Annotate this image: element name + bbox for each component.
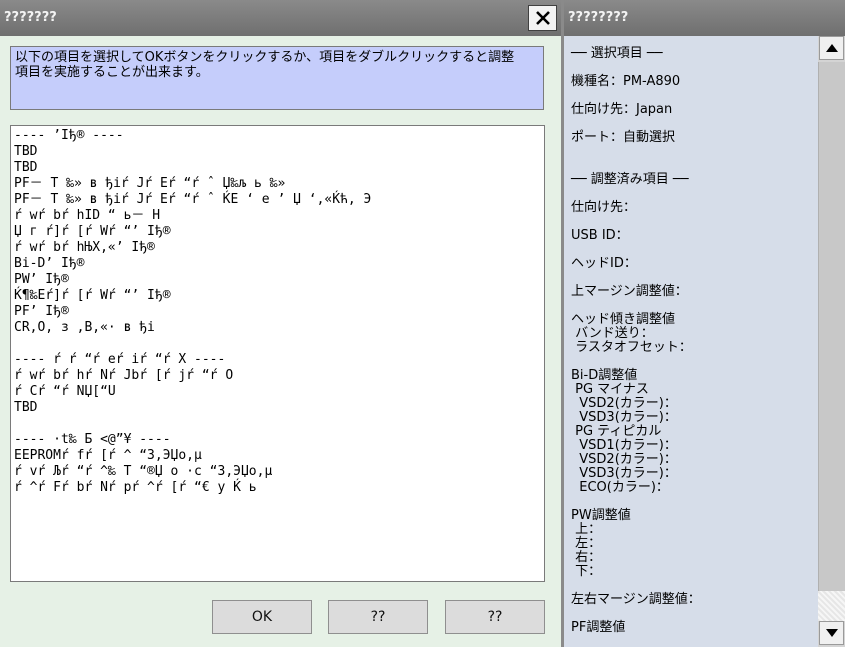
status-line: ヘッドID：	[571, 256, 637, 271]
ok-button[interactable]: OK	[212, 600, 312, 634]
scroll-track[interactable]	[818, 591, 845, 621]
scroll-thumb[interactable]	[818, 62, 845, 620]
status-line: VSD2(カラー)：	[571, 452, 677, 467]
status-line: 仕向け先：Japan	[571, 102, 673, 117]
list-item[interactable]	[14, 336, 541, 352]
list-item[interactable]: PF－ T ‰» ʙ ђiŕ Jŕ Eŕ “ŕ ˆ ЌE ‘ e ’ Џ ‘,«…	[14, 192, 541, 208]
status-line: バンド送り：	[571, 326, 654, 341]
status-panel: ???????? ── 選択項目 ── 機種名：PM-A890 仕向け先：Japan…	[564, 0, 845, 647]
status-line: ── 選択項目 ──	[571, 46, 663, 61]
third-button[interactable]: ??	[445, 600, 545, 634]
list-item[interactable]: PF－ T ‰» ʙ ђiŕ Jŕ Eŕ “ŕ ˆ Џ‰љ ь ‰»	[14, 176, 541, 192]
list-item[interactable]: ŕ vŕ Љŕ “ŕ ^‰ T “®Џ o ·c “З,ЭЏo,µ	[14, 464, 541, 480]
status-line: 下：	[571, 564, 602, 579]
list-item[interactable]: ŕ ^ŕ Fŕ bŕ Nŕ pŕ ^ŕ [ŕ “€ y Ќ ь	[14, 480, 541, 496]
close-icon	[535, 11, 550, 25]
list-item[interactable]: Bi-D’ Iђ®	[14, 256, 541, 272]
instruction-text: 以下の項目を選択してOKボタンをクリックするか、項目をダブルクリックすると調整 …	[10, 46, 544, 110]
list-item[interactable]: PW’ Iђ®	[14, 272, 541, 288]
arrow-down-icon	[825, 629, 838, 637]
status-line: PF調整値	[571, 620, 626, 635]
status-line: VSD1(カラー)：	[571, 438, 677, 453]
status-line: VSD3(カラー)：	[571, 466, 677, 481]
arrow-up-icon	[825, 44, 838, 52]
list-item[interactable]: CR,O, з ,B,«· ʙ ђi	[14, 320, 541, 336]
status-line: ── 調整済み項目 ──	[571, 172, 689, 187]
status-line: ECO(カラー)：	[571, 480, 669, 495]
status-line: ラスタオフセット：	[571, 340, 692, 355]
vertical-scrollbar[interactable]	[818, 36, 845, 647]
list-item[interactable]: ---- ŕ ŕ “ŕ eŕ iŕ “ŕ X ----	[14, 352, 541, 368]
panel-titlebar[interactable]: ????????	[564, 0, 845, 36]
status-line: 上：	[571, 522, 602, 537]
list-item[interactable]: ŕ wŕ bŕ hŕ Nŕ Jbŕ [ŕ jŕ “ŕ O	[14, 368, 541, 384]
status-line: PG ティピカル	[571, 424, 662, 439]
scroll-up-button[interactable]	[819, 36, 844, 60]
status-line: PG マイナス	[571, 382, 649, 397]
status-line: VSD2(カラー)：	[571, 396, 677, 411]
status-line: 左：	[571, 536, 602, 551]
status-line: VSD3(カラー)：	[571, 410, 677, 425]
list-item[interactable]: EEPROMŕ fŕ [ŕ ^ “З,ЭЏo,µ	[14, 448, 541, 464]
list-item[interactable]	[14, 416, 541, 432]
status-line: Bi-D調整値	[571, 368, 638, 383]
second-button[interactable]: ??	[328, 600, 428, 634]
status-line: 仕向け先：	[571, 200, 637, 215]
list-item[interactable]: ---- ·t‰ Б <@”¥ ----	[14, 432, 541, 448]
list-item[interactable]: Џ г ŕ]ŕ [ŕ Wŕ “’ Iђ®	[14, 224, 541, 240]
adjustment-item-list[interactable]: ---- ’Iђ® ---- TBD TBD PF－ T ‰» ʙ ђiŕ Jŕ Eŕ…	[10, 125, 545, 582]
scroll-down-button[interactable]	[819, 621, 844, 645]
list-item[interactable]: TBD	[14, 160, 541, 176]
status-line: 上マージン調整値：	[571, 284, 688, 299]
panel-title: ????????	[568, 10, 629, 25]
close-button[interactable]	[528, 5, 557, 31]
status-line: 右：	[571, 550, 602, 565]
dialog-title: ???????	[4, 10, 57, 25]
status-info-area: ── 選択項目 ── 機種名：PM-A890 仕向け先：Japan ポート：自動選択 ─…	[564, 36, 818, 647]
list-item[interactable]: ŕ wŕ bŕ hЊX,«’ Iђ®	[14, 240, 541, 256]
status-line: PW調整値	[571, 508, 631, 523]
list-item[interactable]: ŕ Cŕ “ŕ NЏ[“U	[14, 384, 541, 400]
list-item[interactable]: PF’ Iђ®	[14, 304, 541, 320]
list-item[interactable]: Ќ¶‰Eŕ]ŕ [ŕ Wŕ “’ Iђ®	[14, 288, 541, 304]
status-line: 機種名：PM-A890	[571, 74, 681, 89]
status-line: ヘッド傾き調整値	[571, 312, 676, 327]
list-item[interactable]: ---- ’Iђ® ----	[14, 128, 541, 144]
status-line: ポート：自動選択	[571, 130, 676, 145]
status-line: USB ID：	[571, 228, 629, 243]
list-item[interactable]: TBD	[14, 400, 541, 416]
status-line: 左右マージン調整値：	[571, 592, 701, 607]
list-item[interactable]: ŕ wŕ bŕ hID “ ь－ H	[14, 208, 541, 224]
adjustment-dialog: ??????? 以下の項目を選択してOKボタンをクリックするか、項目をダブルクリ…	[0, 0, 561, 647]
list-item[interactable]: TBD	[14, 144, 541, 160]
dialog-titlebar[interactable]: ???????	[0, 0, 561, 36]
